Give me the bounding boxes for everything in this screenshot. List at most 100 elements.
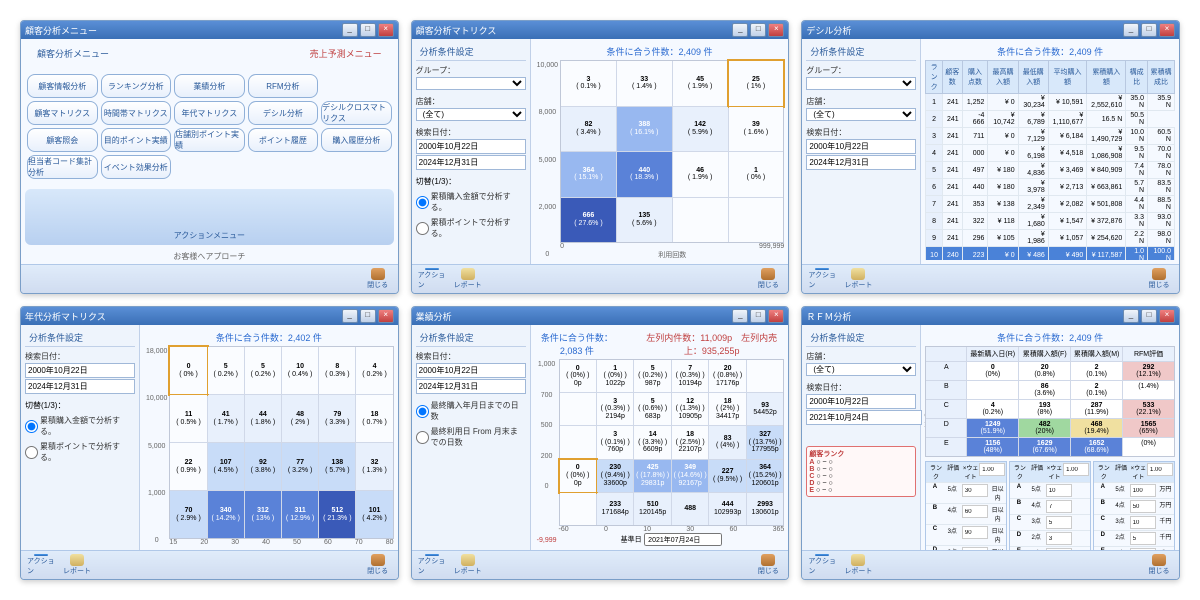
menu-button[interactable]: 担当者コード集計分析 [27, 155, 98, 179]
menu-button[interactable]: ポイント履歴 [248, 128, 319, 152]
matrix-cell[interactable]: 22( 0.9% ) [170, 443, 206, 490]
threshold-input[interactable] [962, 526, 988, 539]
matrix-cell[interactable]: 233171684p [597, 493, 633, 525]
radio-amount[interactable] [25, 420, 38, 433]
menu-button[interactable]: 顧客照会 [27, 128, 98, 152]
threshold-input[interactable] [962, 547, 988, 550]
titlebar[interactable]: デシル分析 _ □ × [802, 21, 1179, 39]
matrix-cell[interactable]: 77( 3.2% ) [282, 443, 318, 490]
threshold-input[interactable] [1130, 532, 1156, 545]
report-button[interactable]: レポート [844, 554, 872, 576]
table-row[interactable]: 10240223¥ 0¥ 486¥ 490¥ 117,5871.0 N100.0… [926, 247, 1175, 261]
menu-button[interactable]: デシル分析 [248, 101, 319, 125]
close-footer-button[interactable]: 閉じる [1145, 554, 1173, 576]
menu-button[interactable]: RFM分析 [248, 74, 319, 98]
matrix-cell[interactable]: 311( 12.9% ) [282, 491, 318, 538]
table-row[interactable]: 8241322¥ 118¥ 1,680¥ 1,547¥ 372,8763.3 N… [926, 213, 1175, 230]
matrix-cell[interactable]: 48( 2% ) [282, 395, 318, 442]
report-button[interactable]: レポート [454, 554, 482, 576]
menu-button[interactable]: 顧客情報分析 [27, 74, 98, 98]
matrix-cell[interactable]: 82( 3.4% ) [561, 107, 616, 152]
radio-point[interactable] [25, 446, 38, 459]
maximize-button[interactable]: □ [1141, 309, 1157, 323]
matrix-cell[interactable]: 25( 1% ) [729, 61, 784, 106]
rfm-cell[interactable]: 482(20%) [1019, 419, 1070, 437]
date-to-input[interactable] [416, 379, 526, 394]
minimize-button[interactable]: _ [732, 23, 748, 37]
matrix-cell[interactable]: 18( (2%) )34417p [709, 393, 745, 425]
rfm-cell[interactable]: 1156(48%) [967, 438, 1018, 456]
threshold-input[interactable] [962, 505, 988, 518]
radio-amount[interactable] [416, 196, 429, 209]
date-to-input[interactable] [806, 410, 922, 425]
table-row[interactable]: 6241440¥ 180¥ 3,978¥ 2,713¥ 663,8615.7 N… [926, 179, 1175, 196]
matrix-cell[interactable]: 1( 0% ) [729, 152, 784, 197]
matrix-cell[interactable]: 45( 1.9% ) [673, 61, 728, 106]
threshold-input[interactable] [1130, 500, 1156, 513]
matrix-cell[interactable] [560, 493, 596, 525]
close-footer-button[interactable]: 閉じる [754, 554, 782, 576]
matrix-cell[interactable]: 8( 0.3% ) [319, 347, 355, 394]
date-to-input[interactable] [25, 379, 135, 394]
matrix-cell[interactable]: 0( 0% ) [170, 347, 206, 394]
matrix-cell[interactable]: 510120145p [634, 493, 670, 525]
matrix-cell[interactable]: 9354452p [747, 393, 783, 425]
matrix-cell[interactable]: 364( 15.1% ) [561, 152, 616, 197]
minimize-button[interactable]: _ [732, 309, 748, 323]
rfm-cell[interactable] [967, 381, 1018, 399]
matrix-cell[interactable]: 41( 1.7% ) [208, 395, 244, 442]
rfm-cell[interactable]: 86(3.6%) [1019, 381, 1070, 399]
threshold-input[interactable] [1046, 484, 1072, 497]
menu-button[interactable]: 時間帯マトリクス [101, 101, 172, 125]
threshold-input[interactable] [1130, 516, 1156, 529]
matrix-cell[interactable]: 32( 1.3% ) [356, 443, 392, 490]
radio-month-end[interactable] [416, 431, 429, 444]
matrix-cell[interactable]: 39( 1.6% ) [729, 107, 784, 152]
minimize-button[interactable]: _ [1123, 23, 1139, 37]
matrix-cell[interactable]: 101( 4.2% ) [356, 491, 392, 538]
weight-input[interactable] [979, 463, 1005, 476]
maximize-button[interactable]: □ [1141, 23, 1157, 37]
matrix-cell[interactable]: 107( 4.5% ) [208, 443, 244, 490]
threshold-input[interactable] [1130, 484, 1156, 497]
menu-button[interactable]: 購入履歴分析 [321, 128, 392, 152]
matrix-cell[interactable]: 1( (0%) )1022p [597, 360, 633, 392]
table-row[interactable]: 12411,252¥ 0¥ 30,234¥ 10,591¥ 2,552,6103… [926, 94, 1175, 111]
minimize-button[interactable]: _ [342, 23, 358, 37]
menu-button[interactable]: デシルクロスマトリクス [321, 101, 392, 125]
titlebar[interactable]: 顧客分析マトリクス _ □ × [412, 21, 789, 39]
threshold-input[interactable] [1046, 516, 1072, 529]
matrix-cell[interactable]: 5( (0.2%) )987p [634, 360, 670, 392]
matrix-cell[interactable]: 444102993p [709, 493, 745, 525]
threshold-input[interactable] [1046, 500, 1072, 513]
matrix-cell[interactable] [729, 198, 784, 243]
table-row[interactable]: 4241000¥ 0¥ 6,198¥ 4,518¥ 1,086,9089.5 N… [926, 145, 1175, 162]
matrix-cell[interactable]: 135( 5.6% ) [617, 198, 672, 243]
matrix-cell[interactable]: 4( 0.2% ) [356, 347, 392, 394]
minimize-button[interactable]: _ [1123, 309, 1139, 323]
rfm-cell[interactable]: 2(0.1%) [1071, 362, 1122, 380]
rfm-cell[interactable]: 4(0.2%) [967, 400, 1018, 418]
matrix-cell[interactable] [747, 360, 783, 392]
matrix-cell[interactable]: 46( 1.9% ) [673, 152, 728, 197]
close-button[interactable]: × [378, 309, 394, 323]
titlebar[interactable]: 顧客分析メニュー _ □ × [21, 21, 398, 39]
matrix-cell[interactable]: 440( 18.3% ) [617, 152, 672, 197]
matrix-cell[interactable]: 3( (0.1%) )760p [597, 426, 633, 458]
matrix-cell[interactable]: 2993130601p [747, 493, 783, 525]
menu-button[interactable]: 目的ポイント実績 [101, 128, 172, 152]
date-to-input[interactable] [806, 155, 916, 170]
date-from-input[interactable] [806, 139, 916, 154]
close-button[interactable]: × [1159, 309, 1175, 323]
date-from-input[interactable] [416, 363, 526, 378]
rfm-cell[interactable]: 287(11.9%) [1071, 400, 1122, 418]
action-button[interactable]: アクション [418, 268, 446, 290]
rfm-cell[interactable]: (1.4%) [1123, 381, 1174, 399]
rfm-cell[interactable]: 0(0%) [967, 362, 1018, 380]
decile-table[interactable]: ランク顧客数購入点数最高購入額最低購入額平均購入額累積購入額構成比累積構成比12… [925, 60, 1175, 260]
rfm-cell[interactable]: 2(0.1%) [1071, 381, 1122, 399]
matrix-cell[interactable]: 349( (14.6%) )92167p [672, 460, 708, 492]
rfm-cell[interactable]: 292(12.1%) [1123, 362, 1174, 380]
date-to-input[interactable] [416, 155, 526, 170]
weight-input[interactable] [1147, 463, 1173, 476]
